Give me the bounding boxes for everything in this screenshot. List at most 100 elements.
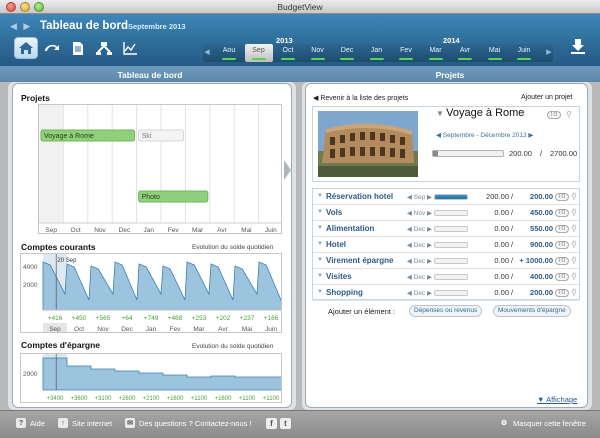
download-button[interactable] <box>568 36 588 56</box>
item-active-toggle[interactable]: I O <box>555 289 569 297</box>
savings-accounts-evolution-link[interactable]: Evolution du solde quotidien <box>192 343 273 350</box>
savings-area <box>42 357 281 391</box>
add-project-link[interactable]: Ajouter un projet <box>521 94 572 101</box>
item-menu-arrow-icon[interactable]: ▼ <box>317 257 323 263</box>
timeline-next-icon[interactable]: ▶ <box>545 44 553 62</box>
hide-window-link[interactable]: ⚙ Masquer cette fenêtre <box>499 418 586 428</box>
left-panel-title: Tableau de bord <box>117 70 183 80</box>
item-search-icon[interactable]: ⚲ <box>571 209 579 217</box>
projects-timeline-chart[interactable]: Sep Oct Nov Dec Jan Fev Mar Avr Mai Juin Voyage à … <box>38 104 282 234</box>
project-item-row[interactable]: ▼ Vols ◀ Nov ▶ 0.00/450.00 I O ⚲ <box>313 205 579 221</box>
month-juin[interactable]: Juin <box>510 44 538 62</box>
project-name[interactable]: ▼ Voyage à Rome <box>436 107 524 119</box>
item-search-icon[interactable]: ⚲ <box>571 225 579 233</box>
item-month[interactable]: ◀ Dec ▶ <box>404 257 432 265</box>
item-active-toggle[interactable]: I O <box>555 241 569 249</box>
help-link[interactable]: ? Aide <box>16 418 45 428</box>
item-name[interactable]: Hotel <box>326 240 346 249</box>
item-menu-arrow-icon[interactable]: ▼ <box>317 241 323 247</box>
panel-divider-arrow-icon[interactable] <box>284 160 291 180</box>
project-photo[interactable] <box>318 111 418 177</box>
monthly-delta-label: +166 <box>264 315 279 322</box>
month-fev[interactable]: Fev <box>392 44 420 62</box>
month-avr[interactable]: Avr <box>451 44 479 62</box>
month-mar[interactable]: Mar <box>422 44 450 62</box>
transactions-button[interactable] <box>40 37 64 59</box>
item-menu-arrow-icon[interactable]: ▼ <box>317 225 323 231</box>
item-search-icon[interactable]: ⚲ <box>571 193 579 201</box>
contact-link[interactable]: ✉ Des questions ? Contactez-nous ! <box>125 418 252 428</box>
item-planned-amount[interactable]: 200.00 <box>517 288 553 297</box>
item-actual-amount: 0.00 <box>494 288 509 297</box>
item-month[interactable]: ◀ Sep ▶ <box>404 193 432 201</box>
display-options-link[interactable]: ▼ Affichage <box>537 395 577 404</box>
split-button[interactable] <box>92 37 116 59</box>
item-month[interactable]: ◀ Dec ▶ <box>404 289 432 297</box>
item-name[interactable]: Vols <box>326 208 342 217</box>
item-active-toggle[interactable]: I O <box>555 209 569 217</box>
history-arrows[interactable]: ◀ ▶ <box>10 21 32 32</box>
item-active-toggle[interactable]: I O <box>555 257 569 265</box>
document-button[interactable] <box>66 37 90 59</box>
item-actual-amount: 0.00 <box>494 256 509 265</box>
project-search-icon[interactable]: ⚲ <box>566 111 574 119</box>
item-search-icon[interactable]: ⚲ <box>571 273 579 281</box>
item-planned-amount[interactable]: + 1000.00 <box>517 256 553 265</box>
project-active-toggle[interactable]: I O <box>547 111 561 119</box>
website-link[interactable]: ↑ Site internet <box>58 418 112 428</box>
item-month[interactable]: ◀ Nov ▶ <box>404 209 432 217</box>
item-search-icon[interactable]: ⚲ <box>571 257 579 265</box>
item-active-toggle[interactable]: I O <box>555 273 569 281</box>
timeline-prev-icon[interactable]: ◀ <box>203 44 211 62</box>
item-menu-arrow-icon[interactable]: ▼ <box>317 209 323 215</box>
month-tick-label: Fev <box>170 326 182 333</box>
month-dec[interactable]: Dec <box>333 44 361 62</box>
project-item-row[interactable]: ▼ Visites ◀ Dec ▶ 0.00/400.00 I O ⚲ <box>313 269 579 285</box>
item-planned-amount[interactable]: 450.00 <box>517 208 553 217</box>
item-name[interactable]: Shopping <box>326 288 363 297</box>
item-menu-arrow-icon[interactable]: ▼ <box>317 289 323 295</box>
item-name[interactable]: Visites <box>326 272 352 281</box>
item-planned-amount[interactable]: 550.00 <box>517 224 553 233</box>
month-nov[interactable]: Nov <box>304 44 332 62</box>
item-search-icon[interactable]: ⚲ <box>571 241 579 249</box>
item-planned-amount[interactable]: 400.00 <box>517 272 553 281</box>
facebook-icon[interactable]: f <box>266 418 277 429</box>
project-menu-arrow-icon[interactable]: ▼ <box>436 109 446 118</box>
month-mai[interactable]: Mai <box>481 44 509 62</box>
twitter-icon[interactable]: t <box>280 418 291 429</box>
month-sep[interactable]: Sep <box>244 44 273 62</box>
month-timeline[interactable]: ◀ ▶ Aou Sep Oct Nov Dec Jan Fev Mar Avr Mai Juin <box>203 44 553 62</box>
project-item-row[interactable]: ▼ Virement épargne ◀ Dec ▶ 0.00/+ 1000.00 I … <box>313 253 579 269</box>
add-expense-button[interactable]: Dépenses ou revenus <box>409 305 483 317</box>
item-month[interactable]: ◀ Dec ▶ <box>404 225 432 233</box>
item-month[interactable]: ◀ Dec ▶ <box>404 241 432 249</box>
current-accounts-chart[interactable]: 4000 2000 20 Sep +416 +450 +565 +64 +749 +468 +25… <box>20 253 282 333</box>
item-name[interactable]: Réservation hotel <box>326 192 393 201</box>
month-aou[interactable]: Aou <box>215 44 243 62</box>
project-item-row[interactable]: ▼ Réservation hotel ◀ Sep ▶ 200.00/200.00 I … <box>313 189 579 205</box>
item-name[interactable]: Alimentation <box>326 224 374 233</box>
item-name[interactable]: Virement épargne <box>326 256 393 265</box>
project-item-row[interactable]: ▼ Alimentation ◀ Dec ▶ 0.00/550.00 I O ⚲ <box>313 221 579 237</box>
month-jan[interactable]: Jan <box>363 44 391 62</box>
savings-accounts-chart[interactable]: 2000 +3400 +3600 +3100 +2600 +2100 +1600 +1100 +… <box>20 353 282 403</box>
project-item-row[interactable]: ▼ Shopping ◀ Dec ▶ 0.00/200.00 I O ⚲ <box>313 285 579 301</box>
chart-button[interactable] <box>118 37 142 59</box>
month-oct[interactable]: Oct <box>274 44 302 62</box>
home-button[interactable] <box>14 37 38 59</box>
item-planned-amount[interactable]: 900.00 <box>517 240 553 249</box>
add-savings-button[interactable]: Mouvements d'épargne <box>493 305 571 317</box>
item-search-icon[interactable]: ⚲ <box>571 289 579 297</box>
project-item-row[interactable]: ▼ Hotel ◀ Dec ▶ 0.00/900.00 I O ⚲ <box>313 237 579 253</box>
item-month[interactable]: ◀ Dec ▶ <box>404 273 432 281</box>
back-to-projects-link[interactable]: ◀ Revenir à la liste des projets <box>313 94 408 102</box>
item-menu-arrow-icon[interactable]: ▼ <box>317 193 323 199</box>
item-active-toggle[interactable]: I O <box>555 225 569 233</box>
item-planned-amount[interactable]: 200.00 <box>517 192 553 201</box>
current-accounts-evolution-link[interactable]: Evolution du solde quotidien <box>192 244 273 251</box>
project-dates[interactable]: ◀ Septembre - Décembre 2013 ▶ <box>436 131 533 139</box>
item-active-toggle[interactable]: I O <box>555 193 569 201</box>
item-menu-arrow-icon[interactable]: ▼ <box>317 273 323 279</box>
month-status-bar <box>487 58 502 60</box>
